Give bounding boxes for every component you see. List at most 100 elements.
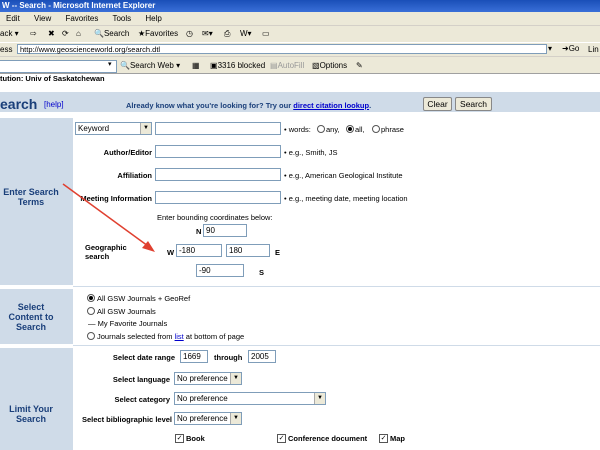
- words-hint: • words:: [284, 125, 311, 134]
- date-to-input[interactable]: 2005: [248, 350, 276, 363]
- options-icon: ▧: [312, 61, 320, 70]
- field-type-select[interactable]: Keyword ▼: [75, 122, 152, 135]
- author-input[interactable]: [155, 145, 281, 158]
- page-title: earch: [0, 96, 38, 112]
- north-input[interactable]: 90: [203, 224, 247, 237]
- mail-icon[interactable]: ✉▾: [202, 28, 213, 40]
- home-icon[interactable]: ⌂: [76, 28, 81, 40]
- go-button[interactable]: ➜Go: [562, 44, 579, 53]
- bullet-icon: •: [284, 194, 287, 203]
- book-checkbox[interactable]: ✓: [175, 434, 184, 443]
- affiliation-hint: • e.g., American Geological Institute: [284, 171, 403, 180]
- category-select[interactable]: No preference ▼: [174, 392, 326, 405]
- window-title: W -- Search - Microsoft Internet Explore…: [2, 1, 156, 10]
- clear-button[interactable]: Clear: [423, 97, 452, 111]
- edit-icon[interactable]: W▾: [240, 28, 252, 40]
- search-submit-button[interactable]: Search: [455, 97, 492, 111]
- affiliation-input[interactable]: [155, 168, 281, 181]
- meeting-input[interactable]: [155, 191, 281, 204]
- blocked-count: 3316 blocked: [217, 61, 266, 70]
- address-dropdown-icon[interactable]: ▾: [548, 44, 552, 53]
- back-button[interactable]: ack ▾: [0, 28, 19, 40]
- toolbar-search-input[interactable]: [0, 60, 117, 73]
- language-select[interactable]: No preference ▼: [174, 372, 242, 385]
- north-label: N: [196, 227, 202, 236]
- pencil-icon[interactable]: ✎: [356, 61, 363, 70]
- history-icon[interactable]: ◷: [186, 28, 193, 40]
- content-option-selected-text: Journals selected from: [97, 332, 175, 341]
- west-input[interactable]: -180: [176, 244, 222, 257]
- east-value: 180: [229, 246, 243, 255]
- radio-all-label: all,: [355, 125, 365, 134]
- content-radio-selected[interactable]: [87, 332, 95, 340]
- menu-tools[interactable]: Tools: [112, 14, 131, 23]
- bibliographic-level-select[interactable]: No preference ▼: [174, 412, 242, 425]
- citation-prompt-text: Already know what you're looking for? Tr…: [126, 101, 294, 110]
- toolbar-search-dropdown-icon[interactable]: ▾: [108, 60, 112, 68]
- search-button[interactable]: 🔍Search: [94, 28, 129, 40]
- bullet-icon: •: [284, 148, 287, 157]
- affiliation-hint-text: e.g., American Geological Institute: [288, 171, 403, 180]
- journal-list-link[interactable]: list: [175, 332, 184, 341]
- refresh-icon[interactable]: ⟳: [62, 28, 69, 40]
- bibliographic-level-label: Select bibliographic level: [81, 415, 172, 424]
- favorites-label: Favorites: [145, 29, 179, 38]
- back-label: ack: [0, 29, 13, 38]
- south-input[interactable]: -90: [196, 264, 244, 277]
- west-value: -180: [179, 246, 196, 255]
- language-value: No preference: [177, 374, 228, 383]
- menu-help[interactable]: Help: [145, 14, 161, 23]
- discuss-icon[interactable]: ▭: [262, 28, 270, 40]
- map-label: Map: [390, 434, 405, 443]
- date-from-input[interactable]: 1669: [180, 350, 208, 363]
- forward-button[interactable]: ⇨: [30, 28, 37, 40]
- meeting-hint: • e.g., meeting date, meeting location: [284, 194, 408, 203]
- radio-any[interactable]: [317, 125, 325, 133]
- radio-any-label: any,: [326, 125, 340, 134]
- options-button[interactable]: ▧Options: [312, 61, 347, 70]
- author-hint: • e.g., Smith, JS: [284, 148, 338, 157]
- stop-icon[interactable]: ✖: [48, 28, 55, 40]
- search-icon: 🔍: [94, 29, 104, 38]
- keyword-input[interactable]: [155, 122, 281, 135]
- east-label: E: [275, 248, 281, 257]
- author-label: Author/Editor: [103, 148, 152, 157]
- content-option-selected: Journals selected from list at bottom of…: [97, 332, 244, 341]
- content-radio-all-georef[interactable]: [87, 294, 95, 302]
- search-web-button[interactable]: 🔍Search Web ▾: [120, 61, 180, 70]
- favorites-button[interactable]: ★Favorites: [138, 28, 178, 40]
- content-option-all-georef: All GSW Journals + GeoRef: [97, 294, 191, 303]
- chevron-down-icon: ▼: [140, 123, 151, 134]
- citation-lookup-link[interactable]: direct citation lookup: [293, 101, 369, 110]
- section-divider: [73, 345, 600, 346]
- citation-prompt-end: .: [369, 101, 372, 110]
- radio-phrase[interactable]: [372, 125, 380, 133]
- geo-instructions: Enter bounding coordinates below:: [157, 213, 273, 222]
- conference-checkbox[interactable]: ✓: [277, 434, 286, 443]
- popup-blocked-button[interactable]: ▣3316 blocked: [210, 61, 265, 70]
- window-title-bar: W -- Search - Microsoft Internet Explore…: [0, 0, 600, 12]
- meeting-hint-text: e.g., meeting date, meeting location: [288, 194, 408, 203]
- category-value: No preference: [177, 394, 228, 403]
- content-radio-all-gsw[interactable]: [87, 307, 95, 315]
- radio-all[interactable]: [346, 125, 354, 133]
- menu-view[interactable]: View: [34, 14, 51, 23]
- pagerank-icon[interactable]: ▦: [192, 61, 200, 70]
- section-divider: [73, 286, 600, 287]
- book-label: Book: [186, 434, 205, 443]
- bibliographic-level-value: No preference: [177, 414, 228, 423]
- help-link[interactable]: [help]: [44, 100, 64, 109]
- menu-favorites[interactable]: Favorites: [65, 14, 98, 23]
- bullet-icon: •: [284, 171, 287, 180]
- map-checkbox[interactable]: ✓: [379, 434, 388, 443]
- east-input[interactable]: 180: [226, 244, 270, 257]
- content-option-all-gsw: All GSW Journals: [97, 307, 156, 316]
- address-input[interactable]: http://www.geoscienceworld.org/search.dt…: [17, 44, 547, 54]
- chevron-down-icon: ▼: [314, 393, 325, 404]
- autofill-button[interactable]: ▤AutoFill: [270, 61, 304, 70]
- menu-edit[interactable]: Edit: [6, 14, 20, 23]
- links-label[interactable]: Lin: [588, 45, 599, 54]
- print-icon[interactable]: ⎙: [224, 28, 230, 40]
- field-type-value: Keyword: [78, 124, 110, 133]
- words-label: words:: [288, 125, 311, 134]
